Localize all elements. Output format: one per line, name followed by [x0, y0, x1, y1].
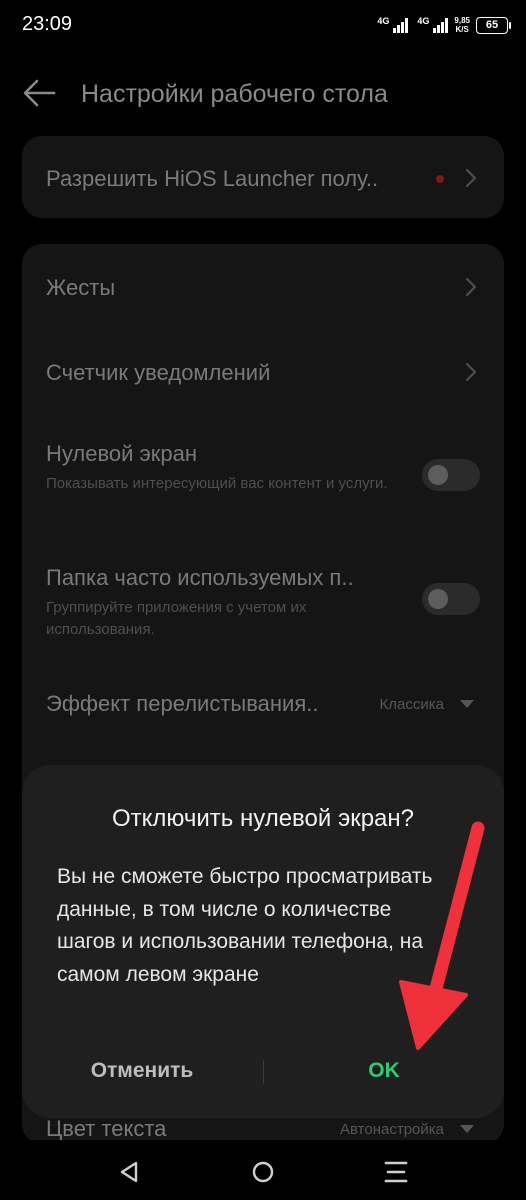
- battery-icon: 65: [476, 16, 511, 34]
- status-bar: 23:09 4G 4G 9,85 K/S 65: [0, 0, 526, 50]
- dialog-message: Вы не сможете быстро просматривать данны…: [57, 865, 433, 986]
- back-arrow-icon: [23, 79, 56, 107]
- chevron-right-icon: [465, 362, 477, 382]
- button-divider: [263, 1060, 264, 1084]
- dropdown-caret-icon: [460, 1125, 474, 1133]
- toggle-knob: [428, 589, 448, 609]
- setting-badge-counter[interactable]: Счетчик уведомлений: [22, 329, 504, 414]
- status-time: 23:09: [22, 13, 73, 35]
- setting-gestures[interactable]: Жесты: [22, 244, 504, 329]
- signal-icon-2: [433, 17, 449, 33]
- chevron-right-icon: [465, 277, 477, 297]
- cancel-button[interactable]: Отменить: [42, 1051, 242, 1091]
- nav-recents-button[interactable]: [374, 1150, 418, 1194]
- toggle-knob: [428, 465, 448, 485]
- zero-screen-label: Нулевой экран: [46, 441, 198, 466]
- text-color-label: Цвет текста: [46, 1116, 167, 1141]
- chevron-right-icon: [465, 168, 477, 188]
- ok-button[interactable]: OK: [284, 1051, 484, 1091]
- nav-home-button[interactable]: [241, 1150, 285, 1194]
- nav-back-icon: [120, 1161, 138, 1183]
- frequent-folder-toggle[interactable]: [422, 583, 480, 615]
- zero-screen-toggle[interactable]: [422, 459, 480, 491]
- dialog-title: Отключить нулевой экран?: [111, 805, 414, 832]
- navigation-bar: [0, 1140, 526, 1200]
- page-title: Настройки рабочего стола: [81, 80, 388, 108]
- zero-screen-description: Показывать интересующий вас контент и ус…: [46, 475, 388, 492]
- status-icons: 4G 4G 9,85 K/S 65: [377, 14, 511, 36]
- setting-scroll-effect[interactable]: Эффект перелистывания.. Классика: [22, 664, 504, 744]
- permission-card[interactable]: Разрешить HiOS Launcher полу..: [22, 136, 504, 218]
- nav-back-button[interactable]: [107, 1150, 151, 1194]
- signal-icon-1: [393, 17, 409, 33]
- badge-counter-label: Счетчик уведомлений: [46, 360, 271, 385]
- dropdown-caret-icon: [460, 700, 474, 708]
- network-type-2: 4G: [417, 15, 430, 26]
- network-type-1: 4G: [377, 15, 390, 26]
- network-speed: 9,85 K/S: [454, 16, 470, 34]
- disable-zero-screen-dialog: Отключить нулевой экран? Вы не сможете б…: [22, 765, 504, 1118]
- page-header: Настройки рабочего стола: [0, 62, 526, 126]
- notification-dot: [436, 175, 444, 183]
- nav-home-icon: [252, 1161, 274, 1183]
- frequent-folder-label: Папка часто используемых п..: [46, 565, 354, 590]
- scroll-effect-label: Эффект перелистывания..: [46, 691, 319, 716]
- permission-label: Разрешить HiOS Launcher полу..: [46, 166, 379, 191]
- setting-frequent-folder[interactable]: Папка часто используемых п.. Группируйте…: [22, 536, 504, 656]
- text-color-value: Автонастройка: [340, 1121, 444, 1138]
- scroll-effect-value: Классика: [379, 696, 444, 713]
- frequent-folder-description: Группируйте приложения с учетом их испол…: [46, 599, 307, 638]
- gestures-label: Жесты: [46, 275, 116, 300]
- setting-zero-screen[interactable]: Нулевой экран Показывать интересующий ва…: [22, 414, 504, 534]
- back-button[interactable]: [20, 76, 60, 110]
- nav-recents-icon: [384, 1161, 408, 1183]
